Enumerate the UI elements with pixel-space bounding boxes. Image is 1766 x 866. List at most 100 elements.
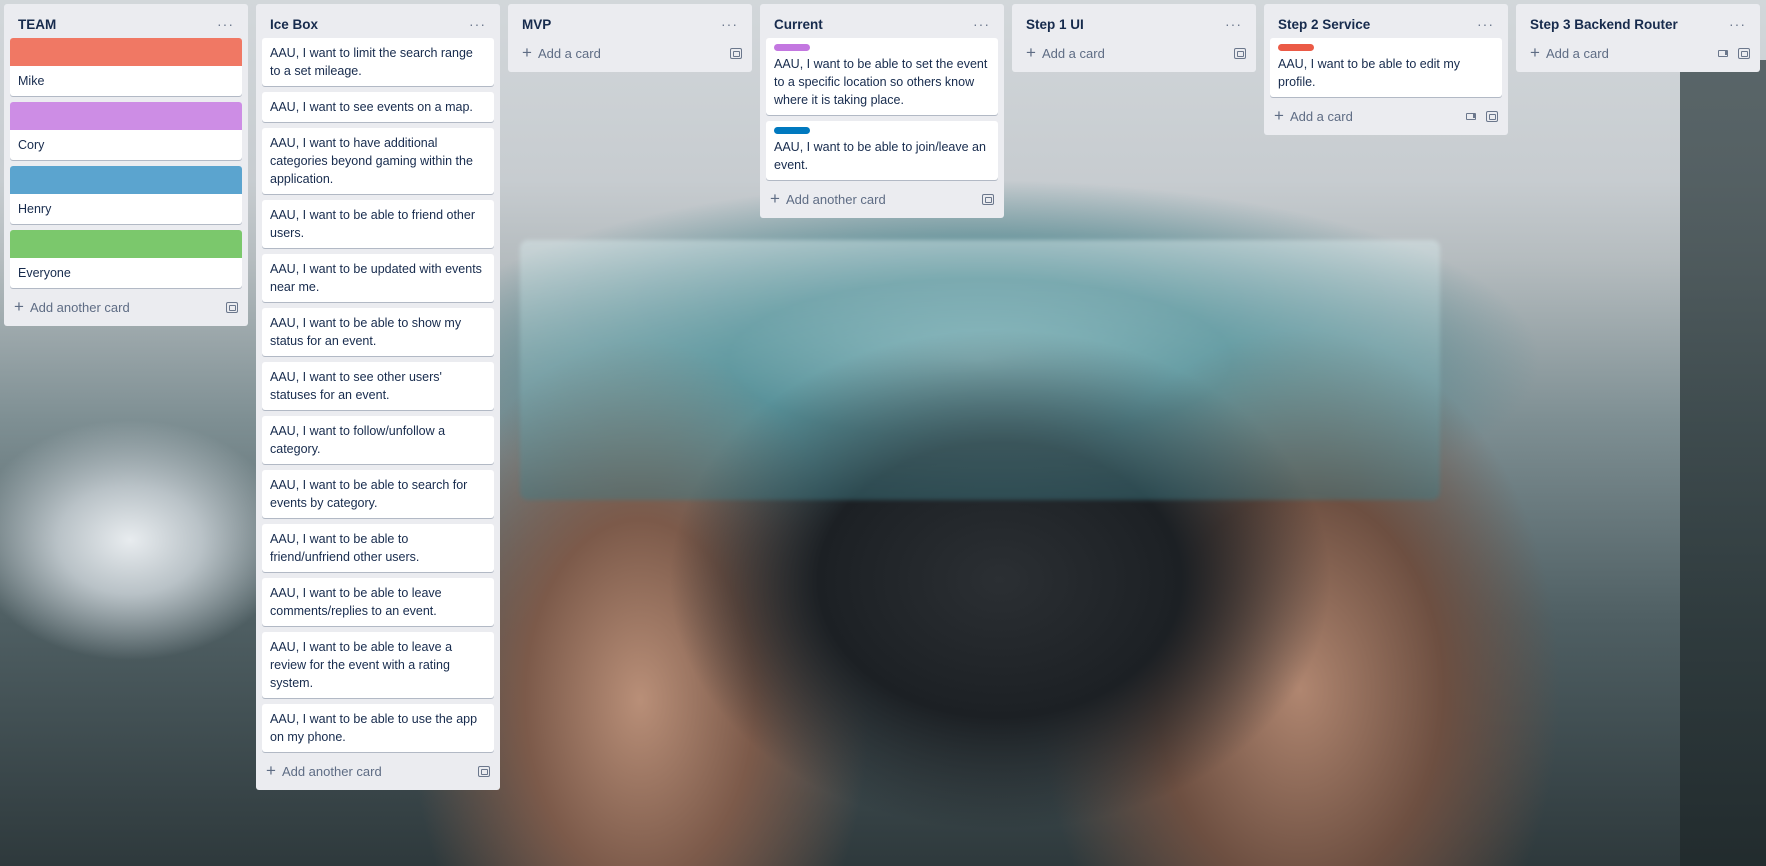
add-card-label: Add a card [537,45,601,61]
story-card[interactable]: AAU, I want to be able to search for eve… [262,470,494,518]
list-footer: + Add a card [508,38,752,72]
card-template-icon[interactable] [1738,47,1750,59]
add-card-label: Add a card [1041,45,1105,61]
plus-icon: + [1530,43,1540,62]
card-title: AAU, I want to be able to join/leave an … [774,140,986,172]
list-header: Step 1 UI ··· [1012,4,1256,38]
plus-icon: + [1026,43,1036,62]
list-title[interactable]: Step 2 Service [1278,17,1370,32]
plus-icon: + [770,189,780,208]
add-card-button[interactable]: + Add another card [14,297,130,316]
add-card-label: Add another card [281,763,382,779]
list-menu-icon[interactable]: ··· [967,17,996,31]
card-template-icon[interactable] [226,301,238,313]
story-card[interactable]: AAU, I want to be updated with events ne… [262,254,494,302]
plus-icon: + [1274,106,1284,125]
list-step-1-ui: Step 1 UI ··· + Add a card [1012,4,1256,72]
team-member-card[interactable]: Cory [10,102,242,160]
card-cover [10,38,242,66]
team-member-card[interactable]: Henry [10,166,242,224]
list-title[interactable]: TEAM [18,17,56,32]
list-header: TEAM ··· [4,4,248,38]
card-label-red [1278,44,1314,51]
card-template-icon[interactable] [982,193,994,205]
story-card[interactable]: AAU, I want to follow/unfollow a categor… [262,416,494,464]
card-template-icon[interactable] [478,765,490,777]
card-title: Cory [18,138,45,152]
list-footer: + Add a card [1012,38,1256,72]
list-title[interactable]: Current [774,17,823,32]
add-card-label: Add another card [29,299,130,315]
story-card[interactable]: AAU, I want to limit the search range to… [262,38,494,86]
card-list: Mike Cory Henry Everyone [4,38,248,288]
story-card[interactable]: AAU, I want to see other users' statuses… [262,362,494,410]
list-menu-icon[interactable]: ··· [1219,17,1248,31]
card-cover [10,230,242,258]
add-card-label: Add a card [1545,45,1609,61]
story-card[interactable]: AAU, I want to see events on a map. [262,92,494,122]
story-card[interactable]: AAU, I want to be able to join/leave an … [766,121,998,180]
story-card[interactable]: AAU, I want to be able to use the app on… [262,704,494,752]
footer-icons [1466,110,1498,122]
list-menu-icon[interactable]: ··· [211,17,240,31]
team-member-card[interactable]: Everyone [10,230,242,288]
list-footer: + Add another card [256,752,500,790]
card-cover [10,102,242,130]
list-menu-icon[interactable]: ··· [1723,17,1752,31]
card-list: AAU, I want to be able to set the event … [760,38,1004,180]
board: TEAM ··· Mike Cory Henry Everyone + Add … [4,4,1766,790]
add-card-button[interactable]: + Add a card [1274,106,1353,125]
card-template-icon[interactable] [1486,110,1498,122]
plus-icon: + [266,761,276,780]
story-card[interactable]: AAU, I want to be able to show my status… [262,308,494,356]
team-member-card[interactable]: Mike [10,38,242,96]
story-card[interactable]: AAU, I want to have additional categorie… [262,128,494,194]
list-title[interactable]: Ice Box [270,17,318,32]
card-template-icon[interactable] [730,47,742,59]
footer-icons [1718,47,1750,59]
plus-icon: + [522,43,532,62]
list-header: Step 2 Service ··· [1264,4,1508,38]
list-current: Current ··· AAU, I want to be able to se… [760,4,1004,218]
story-card[interactable]: AAU, I want to be able to leave a review… [262,632,494,698]
list-footer: + Add another card [4,288,248,326]
list-menu-icon[interactable]: ··· [463,17,492,31]
list-footer: + Add a card [1516,38,1760,72]
card-title: Mike [18,74,45,88]
list-menu-icon[interactable]: ··· [715,17,744,31]
card-label-purple [774,44,810,51]
add-card-button[interactable]: + Add another card [770,189,886,208]
card-label-blue [774,127,810,134]
add-card-button[interactable]: + Add a card [1530,43,1609,62]
list-title[interactable]: Step 3 Backend Router [1530,17,1678,32]
story-card[interactable]: AAU, I want to be able to edit my profil… [1270,38,1502,97]
add-card-button[interactable]: + Add a card [522,43,601,62]
story-card[interactable]: AAU, I want to be able to friend other u… [262,200,494,248]
card-template-icon[interactable] [1234,47,1246,59]
story-card[interactable]: AAU, I want to be able to leave comments… [262,578,494,626]
list-title[interactable]: Step 1 UI [1026,17,1084,32]
card-options-icon[interactable] [1718,49,1728,57]
story-card[interactable]: AAU, I want to be able to friend/unfrien… [262,524,494,572]
list-header: Ice Box ··· [256,4,500,38]
list-header: Step 3 Backend Router ··· [1516,4,1760,38]
add-card-button[interactable]: + Add another card [266,761,382,780]
card-options-icon[interactable] [1466,112,1476,120]
list-step-3-backend-router: Step 3 Backend Router ··· + Add a card [1516,4,1760,72]
list-step-2-service: Step 2 Service ··· AAU, I want to be abl… [1264,4,1508,135]
list-footer: + Add a card [1264,97,1508,135]
add-card-label: Add another card [785,191,886,207]
story-card[interactable]: AAU, I want to be able to set the event … [766,38,998,115]
card-title: AAU, I want to be able to edit my profil… [1278,57,1461,89]
list-mvp: MVP ··· + Add a card [508,4,752,72]
list-menu-icon[interactable]: ··· [1471,17,1500,31]
card-list: AAU, I want to limit the search range to… [256,38,500,752]
add-card-button[interactable]: + Add a card [1026,43,1105,62]
list-team: TEAM ··· Mike Cory Henry Everyone + Add … [4,4,248,326]
list-title[interactable]: MVP [522,17,551,32]
card-list: AAU, I want to be able to edit my profil… [1264,38,1508,97]
add-card-label: Add a card [1289,108,1353,124]
card-title: AAU, I want to be able to set the event … [774,57,988,107]
list-header: Current ··· [760,4,1004,38]
plus-icon: + [14,297,24,316]
